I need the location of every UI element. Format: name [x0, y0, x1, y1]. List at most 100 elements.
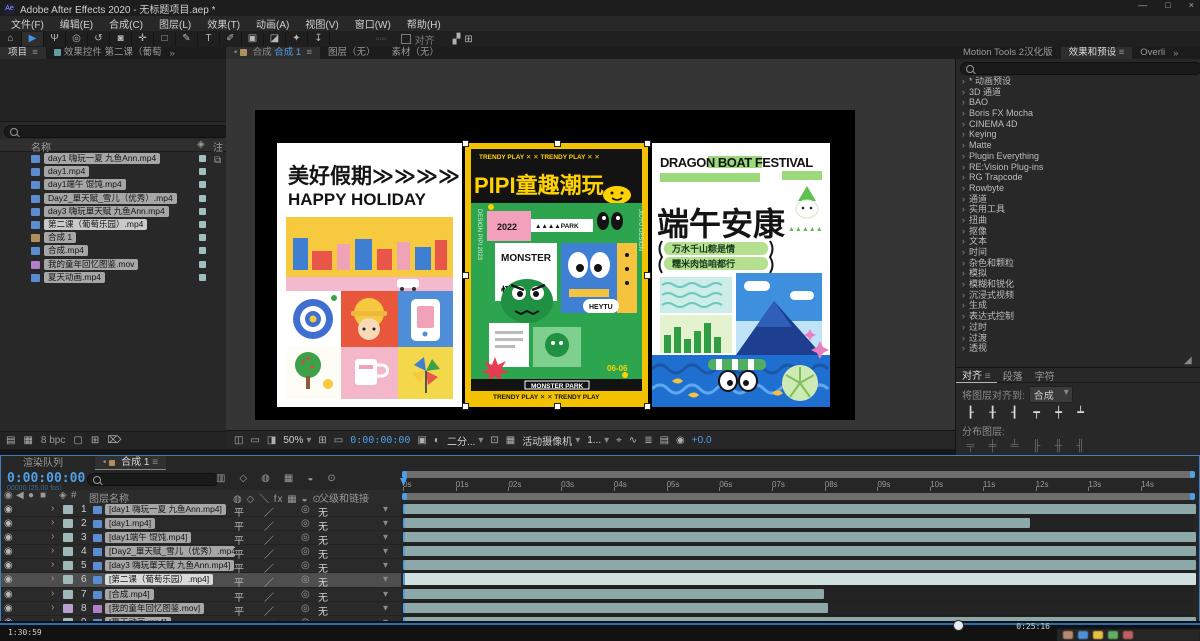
effects-category-row[interactable]: ›Boris FX Mocha [956, 108, 1194, 119]
expand-arrow-icon[interactable]: › [51, 545, 54, 556]
effects-category-row[interactable]: ›过时 [956, 322, 1194, 333]
eye-icon[interactable]: ◉ [4, 504, 13, 515]
label-color-chip[interactable] [63, 590, 73, 599]
parent-dropdown-caret[interactable]: ▾ [383, 504, 388, 515]
project-item-row[interactable]: 我的童年回忆图鉴.mov [0, 258, 226, 271]
graph-editor-icon[interactable]: ⊙ [327, 473, 335, 484]
panel-menu-icon[interactable]: ≡ [152, 457, 158, 468]
menu-item[interactable]: 视图(V) [298, 16, 345, 31]
layer-row[interactable]: ◉ › 1 [day1 嗨玩一夏 九鱼Ann.mp4] 平 ／ ◎ 无 ▾ [1, 503, 401, 517]
eye-icon[interactable]: ◉ [4, 532, 13, 543]
effects-category-row[interactable]: ›表达式控制 [956, 311, 1194, 322]
item-checkbox[interactable] [199, 195, 206, 202]
item-checkbox[interactable] [199, 274, 206, 281]
timeline-button-icon[interactable]: ≣ [644, 435, 652, 446]
color-channels-icon[interactable]: ◐ [434, 435, 440, 446]
view-layout-select[interactable]: 1...▾ [587, 435, 609, 446]
parent-pickwhip-icon[interactable]: ◎ [301, 504, 310, 515]
effects-category-row[interactable]: ›沉浸式视频 [956, 290, 1194, 301]
selection-handle[interactable] [462, 272, 469, 279]
layer-row[interactable]: ◉ › 3 [day1端午 馄饨.mp4] 平 ／ ◎ 无 ▾ [1, 531, 401, 545]
eye-icon[interactable]: ◉ [4, 546, 13, 557]
timeline-search-input[interactable] [87, 473, 219, 486]
hide-shy-icon[interactable]: ◍ [261, 473, 270, 484]
time-ruler[interactable]: 0s01s02s03s04s05s06s07s08s09s10s11s12s13… [403, 479, 1198, 492]
panel-menu-icon[interactable]: ≡ [1119, 47, 1125, 58]
draft-3d-icon[interactable]: ◇ [239, 473, 247, 484]
interpret-footage-icon[interactable]: ▤ [6, 435, 15, 446]
puppet-pin-tool-icon[interactable]: ↧ [308, 32, 330, 46]
parent-dropdown-caret[interactable]: ▾ [383, 574, 388, 585]
layer-duration-bar[interactable] [403, 589, 824, 599]
label-color-chip[interactable] [63, 547, 73, 556]
twirl-icon[interactable]: › [962, 140, 965, 150]
twirl-icon[interactable]: › [962, 311, 965, 321]
twirl-icon[interactable]: › [962, 279, 965, 289]
tab-align[interactable]: 对齐 ≡ [956, 367, 997, 383]
twirl-icon[interactable]: › [962, 172, 965, 182]
layer-name[interactable]: [我的童年回忆图鉴.mov] [105, 603, 204, 614]
layer-name[interactable]: [day1端午 馄饨.mp4] [105, 532, 191, 543]
distribute-left-icon[interactable]: ╟ [1028, 440, 1045, 453]
eraser-tool-icon[interactable]: ◪ [264, 32, 286, 46]
motion-blur-icon[interactable]: ◒ [307, 473, 313, 484]
mask-visibility-icon[interactable]: ▭ [334, 435, 343, 446]
project-item-row[interactable]: 第二课（葡萄乐园）.mp4 [0, 218, 226, 231]
project-item-row[interactable]: 夏天动画.mp4 [0, 271, 226, 284]
shape-tool-icon[interactable]: □ [154, 32, 176, 46]
tab-project[interactable]: 项目 ≡ [0, 47, 46, 59]
layer-row[interactable]: ◉ › 4 [Day2_單天赋_雪儿（优秀）.mp4] 平 ／ ◎ 无 ▾ [1, 545, 401, 559]
project-item-row[interactable]: Day2_單天赋_雪儿（优秀）.mp4 [0, 192, 226, 205]
maximize-button[interactable]: □ [1165, 0, 1170, 10]
transparency-grid-icon[interactable]: ▦ [506, 435, 515, 446]
player-controls-strip[interactable] [1057, 629, 1200, 641]
tab-overflow[interactable]: Overli [1132, 47, 1173, 59]
effects-category-row[interactable]: ›过渡 [956, 333, 1194, 344]
project-item-row[interactable]: day1 嗨玩一夏 九鱼Ann.mp4 [0, 152, 226, 165]
parent-dropdown-caret[interactable]: ▾ [383, 589, 388, 600]
effects-category-row[interactable]: ›实用工具 [956, 204, 1194, 215]
clone-stamp-tool-icon[interactable]: ▣ [242, 32, 264, 46]
timeline-current-time[interactable]: 0:00:00:00 [7, 471, 85, 486]
label-color-chip[interactable] [63, 519, 73, 528]
twirl-icon[interactable]: › [962, 194, 965, 204]
pan-behind-tool-icon[interactable]: ✛ [132, 32, 154, 46]
rotation-tool-icon[interactable]: ↺ [88, 32, 110, 46]
region-of-interest-icon[interactable]: ⊡ [490, 435, 498, 446]
effects-category-row[interactable]: ›RE:Vision Plug-ins [956, 162, 1194, 173]
twirl-icon[interactable]: › [962, 258, 965, 268]
twirl-icon[interactable]: › [962, 247, 965, 257]
item-checkbox[interactable] [199, 247, 206, 254]
layer-row[interactable]: ◉ › 5 [day3 嗨玩單天赋 九鱼Ann.mp4] 平 ／ ◎ 无 ▾ [1, 559, 401, 573]
comp-mini-flowchart-icon[interactable]: ▥ [216, 473, 225, 484]
minimize-button[interactable]: — [1138, 0, 1147, 10]
twirl-icon[interactable]: › [962, 87, 965, 97]
item-checkbox[interactable] [199, 181, 206, 188]
layer-row[interactable]: ◉ › 8 [我的童年回忆图鉴.mov] 平 ／ ◎ 无 ▾ [1, 602, 401, 616]
selection-handle[interactable] [644, 403, 651, 410]
twirl-icon[interactable]: › [962, 236, 965, 246]
effects-category-row[interactable]: ›杂色和颗粒 [956, 258, 1194, 269]
layer-row[interactable]: ◉ › 6 [第二课（葡萄乐园）.mp4] 平 ／ ◎ 无 ▾ [1, 573, 401, 587]
item-checkbox[interactable] [199, 155, 206, 162]
twirl-icon[interactable]: › [962, 215, 965, 225]
parent-pickwhip-icon[interactable]: ◎ [301, 532, 310, 543]
tab-character[interactable]: 字符 [1029, 368, 1061, 383]
pen-tool-icon[interactable]: ✎ [176, 32, 198, 46]
parent-dropdown-caret[interactable]: ▾ [383, 518, 388, 529]
home-icon[interactable]: ⌂ [0, 32, 22, 46]
camera-select[interactable]: 活动摄像机▾ [522, 433, 580, 448]
snapshot-icon[interactable]: ◫ [234, 435, 243, 446]
type-tool-icon[interactable]: T [198, 32, 220, 46]
menu-item[interactable]: 效果(T) [200, 16, 247, 31]
pixel-aspect-icon[interactable]: ⌖ [616, 435, 622, 446]
effects-category-row[interactable]: ›透视 [956, 343, 1194, 354]
expand-arrow-icon[interactable]: › [51, 517, 54, 528]
layer-duration-bar[interactable] [403, 603, 828, 613]
distribute-top-icon[interactable]: ╤ [962, 440, 979, 453]
twirl-icon[interactable]: › [962, 76, 965, 86]
item-checkbox[interactable] [199, 208, 206, 215]
tab-overflow-chevron[interactable]: » [169, 48, 174, 59]
project-bit-depth[interactable]: 8 bpc [41, 435, 65, 446]
expand-arrow-icon[interactable]: › [51, 531, 54, 542]
